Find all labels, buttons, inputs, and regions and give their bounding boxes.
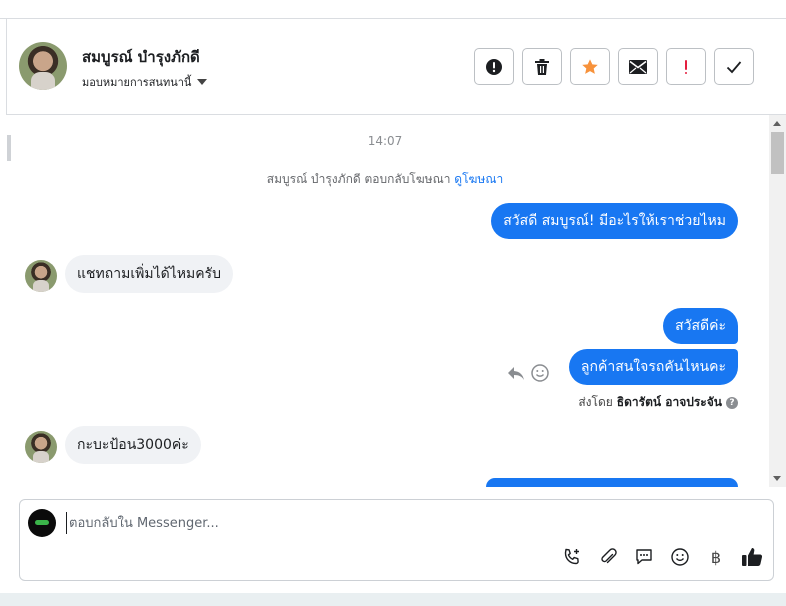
paperclip-icon [601,548,617,564]
message-bubble-outgoing[interactable]: สวัสดีค่ะ [663,308,738,344]
reply-composer: ฿ [19,499,774,581]
attach-button[interactable] [597,546,619,568]
sent-by-prefix: ส่งโดย [578,395,613,409]
message-hover-actions [507,364,549,382]
bottom-strip [0,593,786,606]
saved-replies-button[interactable] [633,546,655,568]
message-bubble-outgoing[interactable]: สวัสดี สมบูรณ์! มีอะไรให้เราช่วยไหม [491,203,738,239]
phone-add-icon [564,548,579,565]
delete-button[interactable] [522,48,562,85]
scrollbar[interactable] [769,115,786,487]
emoji-react-icon[interactable] [531,364,549,382]
contact-avatar [25,431,57,463]
reply-input[interactable] [66,512,746,534]
page-avatar [28,509,56,537]
scroll-up-arrow-icon[interactable] [773,121,781,126]
trash-icon [535,58,549,75]
ad-reply-note: สมบูรณ์ บำรุงภักดี ตอบกลับโฆษณา ดูโฆษณา [0,170,770,189]
alert-circle-icon [486,58,502,75]
message-timestamp: 14:07 [367,134,403,148]
like-button[interactable] [741,546,763,568]
follow-up-button[interactable] [666,48,706,85]
header-actions [474,48,754,85]
top-strip [0,0,786,19]
sent-by-label: ส่งโดย ธิดารัตน์ อาจประจัน ? [578,393,738,412]
message-bubble-outgoing[interactable]: ลูกค้าสนใจรถคันไหนคะ [568,349,738,385]
saved-reply-icon [636,549,652,565]
message-bubble-incoming[interactable]: แชทถามเพิ่มได้ไหมครับ [65,255,233,293]
contact-name[interactable]: สมบูรณ์ บำรุงภักดี [82,45,200,69]
exclamation-icon [685,59,687,74]
checkmark-icon [726,60,742,73]
mark-done-button[interactable] [714,48,754,85]
assign-label: มอบหมายการสนทนานี้ [82,76,192,89]
message-bubble-outgoing-partial [486,478,738,487]
contact-avatar[interactable] [19,42,67,90]
star-button[interactable] [570,48,610,85]
scroll-thumb[interactable] [771,132,784,174]
conversation-header: สมบูรณ์ บำรุงภักดี มอบหมายการสนทนานี้ [7,20,786,115]
call-button[interactable] [561,546,583,568]
assign-conversation-dropdown[interactable]: มอบหมายการสนทนานี้ [82,73,208,91]
ad-reply-text: สมบูรณ์ บำรุงภักดี ตอบกลับโฆษณา [266,172,451,186]
envelope-icon [629,59,647,74]
thumbs-up-icon [742,548,763,566]
star-icon [582,58,598,74]
composer-tools: ฿ [561,546,763,568]
baht-icon: ฿ [710,547,722,567]
scroll-down-arrow-icon[interactable] [773,476,781,481]
message-bubble-incoming[interactable]: กะบะป้อน3000ค่ะ [65,426,201,464]
payment-button[interactable]: ฿ [705,546,727,568]
emoji-button[interactable] [669,546,691,568]
mark-unread-button[interactable] [618,48,658,85]
contact-avatar [25,260,57,292]
sent-by-name[interactable]: ธิดารัตน์ อาจประจัน [617,393,722,412]
mark-spam-button[interactable] [474,48,514,85]
reply-icon[interactable] [507,365,525,381]
caret-down-icon [197,79,208,85]
emoji-icon [671,548,689,566]
help-icon[interactable]: ? [726,396,738,409]
view-ad-link[interactable]: ดูโฆษณา [454,172,503,186]
